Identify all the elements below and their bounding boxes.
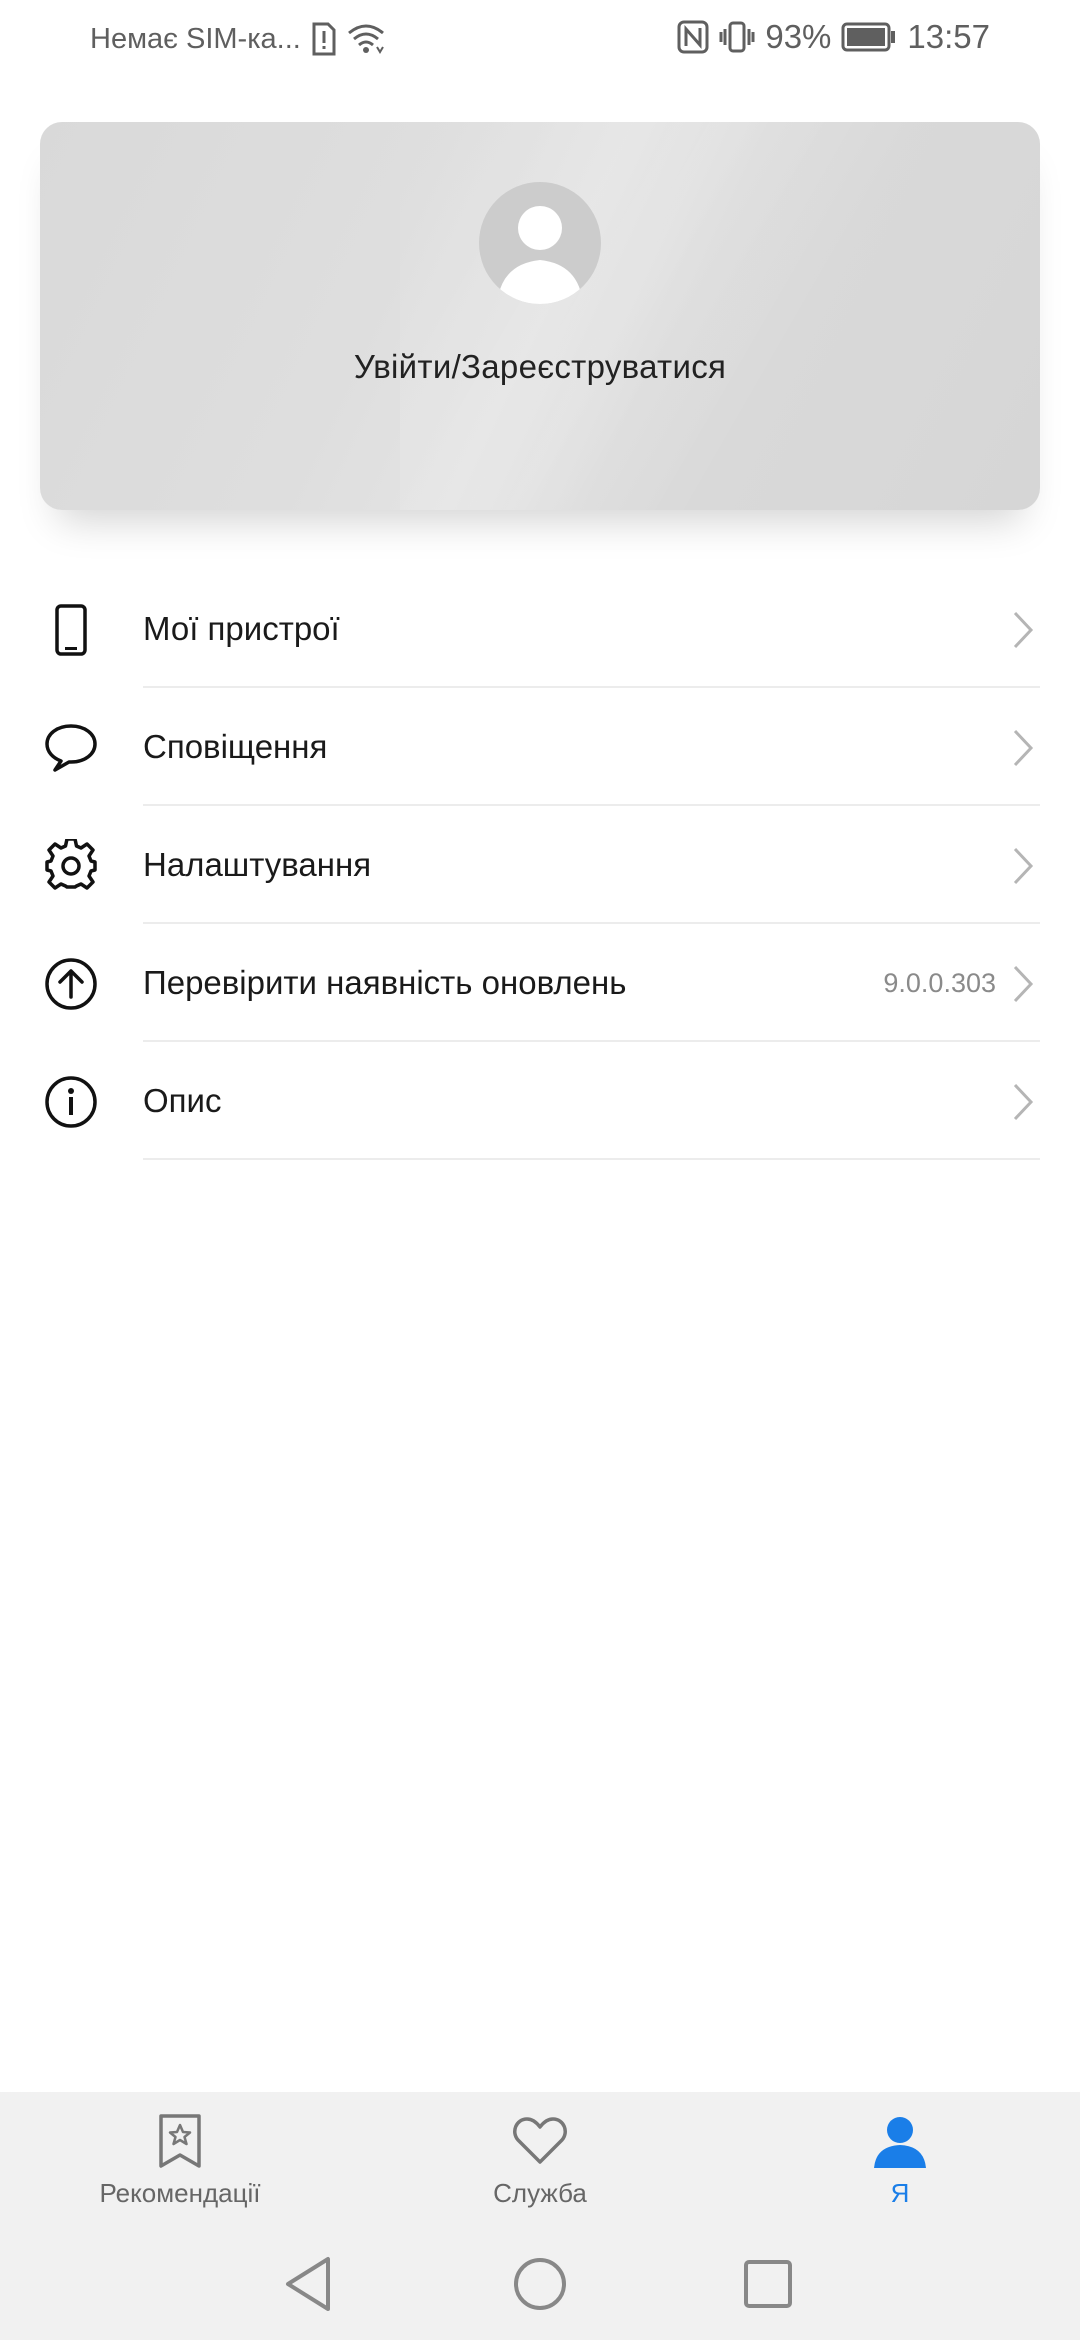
login-register-link[interactable]: Увійти/Зареєструватися <box>40 348 1040 386</box>
account-card[interactable]: Увійти/Зареєструватися <box>40 122 1040 510</box>
card-sheen <box>400 122 920 510</box>
bookmark-star-icon <box>158 2110 202 2172</box>
recents-button[interactable] <box>736 2252 800 2316</box>
chevron-right-icon <box>1013 847 1034 885</box>
menu-item-label: Сповіщення <box>143 728 328 765</box>
status-bar: Немає SIM-ка... 93% 13:57 <box>0 0 1080 82</box>
phone-icon <box>40 604 102 656</box>
tab-recommendations[interactable]: Рекомендації <box>60 2110 300 2220</box>
version-value: 9.0.0.303 <box>883 968 996 998</box>
clock: 13:57 <box>907 18 990 55</box>
person-icon <box>872 2110 928 2172</box>
bottom-navigation: Рекомендації Служба Я <box>0 2092 1080 2232</box>
sim-alert-icon <box>311 22 337 56</box>
heart-icon <box>512 2110 568 2172</box>
chevron-right-icon <box>1013 1083 1034 1121</box>
status-right: 93% 13:57 <box>677 18 990 56</box>
menu-item-check-updates[interactable]: Перевірити наявність оновлень 9.0.0.303 <box>0 924 1080 1042</box>
gear-icon <box>40 839 102 892</box>
carrier-text: Немає SIM-ка... <box>90 22 301 55</box>
recents-square-icon <box>744 2260 792 2308</box>
home-button[interactable] <box>508 2252 572 2316</box>
menu-item-label: Опис <box>143 1082 222 1119</box>
arrow-up-circle-icon <box>40 958 102 1010</box>
back-triangle-icon <box>286 2257 330 2311</box>
battery-percent: 93% <box>765 18 832 55</box>
menu-list: Мої пристрої Сповіщення Налаштування Пер… <box>0 570 1080 1160</box>
home-circle-icon <box>514 2258 566 2310</box>
menu-item-about[interactable]: Опис <box>0 1042 1080 1160</box>
nfc-icon <box>677 20 709 54</box>
tab-label: Я <box>890 2178 910 2208</box>
back-button[interactable] <box>276 2252 340 2316</box>
divider <box>143 1158 1040 1160</box>
tab-label: Рекомендації <box>99 2178 261 2208</box>
tab-me[interactable]: Я <box>780 2110 1020 2220</box>
wifi-icon <box>347 23 385 55</box>
vibrate-icon <box>719 20 755 54</box>
status-left: Немає SIM-ка... <box>90 22 385 56</box>
menu-item-my-devices[interactable]: Мої пристрої <box>0 570 1080 688</box>
chat-bubble-icon <box>40 722 102 774</box>
tab-label: Служба <box>493 2178 587 2208</box>
menu-item-label: Мої пристрої <box>143 610 340 647</box>
menu-item-notifications[interactable]: Сповіщення <box>0 688 1080 806</box>
battery-icon <box>841 22 897 52</box>
chevron-right-icon <box>1013 611 1034 649</box>
menu-item-settings[interactable]: Налаштування <box>0 806 1080 924</box>
avatar[interactable] <box>479 182 601 304</box>
system-navigation-bar <box>0 2232 1080 2340</box>
menu-item-label: Перевірити наявність оновлень <box>143 964 627 1001</box>
info-icon <box>40 1076 102 1128</box>
chevron-right-icon <box>1013 729 1034 767</box>
chevron-right-icon <box>1013 965 1034 1003</box>
menu-item-label: Налаштування <box>143 846 372 883</box>
tab-service[interactable]: Служба <box>420 2110 660 2220</box>
